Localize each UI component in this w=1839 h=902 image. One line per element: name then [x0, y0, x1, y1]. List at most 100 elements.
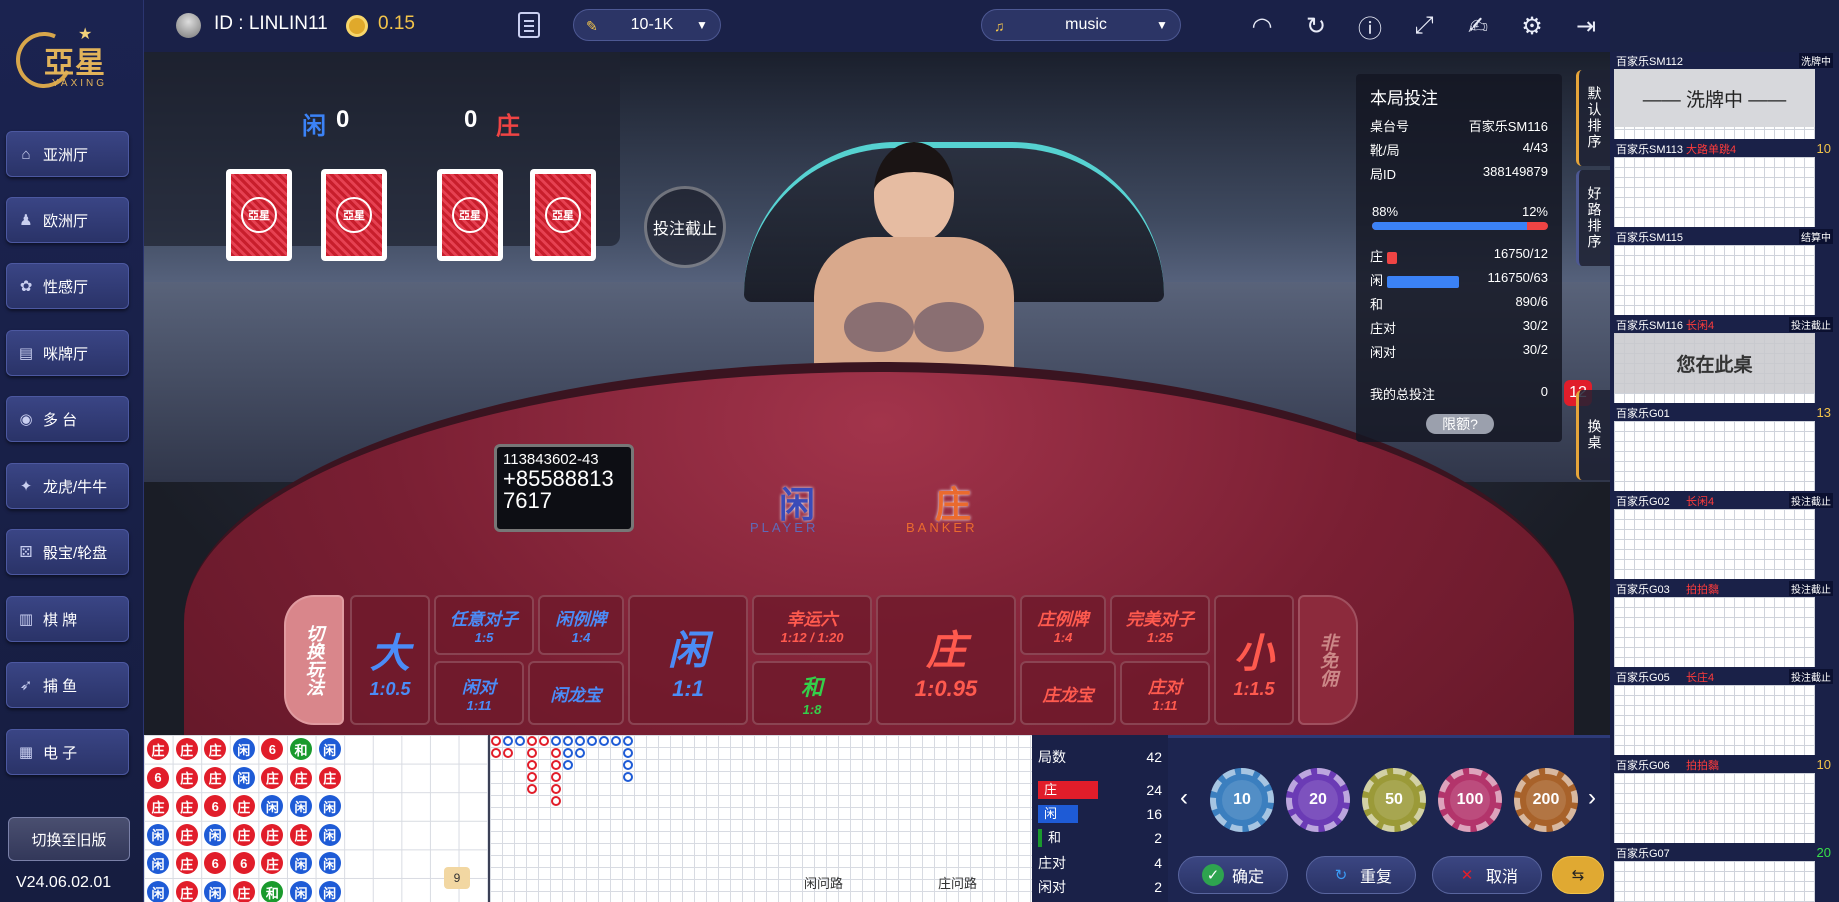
default-sort-tab[interactable]: 默认排序: [1576, 70, 1610, 166]
music-select[interactable]: ♫ music ▼: [981, 9, 1181, 41]
sidebar-item-fishing[interactable]: ➶ 捕 鱼: [6, 662, 129, 708]
sidebar-item-squeeze[interactable]: ▤ 咪牌厅: [6, 330, 129, 376]
player-ask-road-button[interactable]: 闲问路: [804, 873, 843, 892]
total-row-player: 闲 116750/63: [1370, 270, 1548, 288]
table-list-item[interactable]: 百家乐SM112 洗牌中 —— 洗牌中 ——: [1610, 52, 1839, 140]
table-list-item[interactable]: 百家乐G03 拍拍黐 投注截止: [1610, 580, 1839, 668]
switch-table-tab[interactable]: 换桌: [1576, 390, 1610, 480]
sidebar-item-sicbo[interactable]: ⚄ 骰宝/轮盘: [6, 529, 129, 575]
bet-player[interactable]: 闲 1:1: [628, 595, 748, 725]
bet-record-icon[interactable]: [518, 12, 540, 38]
no-commission-toggle[interactable]: 非免佣: [1298, 595, 1358, 725]
sidebar-item-sexy[interactable]: ✿ 性感厅: [6, 263, 129, 309]
sidebar-item-multi[interactable]: ◉ 多 台: [6, 396, 129, 442]
bet-banker-dragon[interactable]: 庄龙宝: [1020, 661, 1116, 725]
sidebar-item-europe[interactable]: ♟ 欧洲厅: [6, 197, 129, 243]
bet-banker[interactable]: 庄 1:0.95: [876, 595, 1016, 725]
bet-small[interactable]: 小 1:1.5: [1214, 595, 1294, 725]
banker-ask-road-button[interactable]: 庄问路: [938, 873, 977, 892]
sidebar-item-chess[interactable]: ▥ 棋 牌: [6, 596, 129, 642]
switch-old-version-button[interactable]: 切换至旧版: [8, 817, 130, 861]
road-status: 长闲4: [1686, 320, 1715, 332]
chevron-down-icon: ▼: [1156, 18, 1168, 32]
bet-banker-lucky[interactable]: 庄例牌 1:4: [1020, 595, 1106, 655]
card-logo: 亞星: [241, 197, 277, 233]
table-name: 百家乐G03: [1616, 584, 1670, 596]
gamepad-icon: ◉: [19, 411, 33, 428]
big-road-player-mark: [623, 772, 633, 782]
sidebar-item-asia[interactable]: ⌂ 亚洲厅: [6, 131, 129, 177]
repeat-button[interactable]: ↻ 重复: [1306, 856, 1416, 894]
banker-stat-value: 24: [1146, 782, 1162, 798]
table-list-item[interactable]: 百家乐G06 拍拍黐 10: [1610, 756, 1839, 844]
table-list-item[interactable]: 百家乐SM113 大路单跳4 10: [1610, 140, 1839, 228]
logout-icon[interactable]: ⇥: [1570, 10, 1602, 42]
chip-settings-button[interactable]: ⇆: [1552, 856, 1604, 894]
limit-info-button[interactable]: 限额?: [1426, 414, 1494, 434]
table-list-item[interactable]: 百家乐G01 13: [1610, 404, 1839, 492]
bet-areas: 切换玩法 大 1:0.5 任意对子 1:5 闲对 1:11 闲例牌 1:4 闲龙宝 闲1…: [284, 587, 1474, 727]
close-icon: ✕: [1460, 867, 1474, 884]
cancel-button[interactable]: ✕ 取消: [1432, 856, 1542, 894]
version-label: V24.06.02.01: [16, 874, 112, 891]
bet-player-dragon[interactable]: 闲龙宝: [528, 661, 624, 725]
big-road-banker-mark: [551, 784, 561, 794]
bead-player: 闲: [261, 795, 284, 818]
player-label: 闲: [302, 113, 326, 140]
fullscreen-icon[interactable]: ⤢: [1408, 10, 1440, 42]
sidebar-item-dragon-tiger[interactable]: ✦ 龙虎/牛牛: [6, 463, 129, 509]
bead-player: 闲: [232, 738, 255, 760]
chip-10[interactable]: 10: [1210, 768, 1274, 832]
switch-play-button[interactable]: 切换玩法: [284, 595, 344, 725]
chevron-left-icon[interactable]: ‹: [1180, 784, 1188, 812]
limit-select[interactable]: ✎ 10-1K ▼: [573, 9, 721, 41]
bet-perfect-pair[interactable]: 完美对子 1:25: [1110, 595, 1210, 655]
my-total-row: 我的总投注 0: [1370, 384, 1548, 402]
bet-closed-indicator: 投注截止: [644, 186, 726, 268]
good-road-sort-tab[interactable]: 好路排序: [1576, 170, 1610, 266]
refresh-icon[interactable]: ↻: [1300, 10, 1332, 42]
bet-lucky6[interactable]: 幸运六 1:12 / 1:20: [752, 595, 872, 655]
chip-20[interactable]: 20: [1286, 768, 1350, 832]
table-list-item[interactable]: 百家乐G02 长闲4 投注截止: [1610, 492, 1839, 580]
table-list: 百家乐SM112 洗牌中 —— 洗牌中 —— 百家乐SM113 大路单跳4 10 百家乐SM…: [1610, 52, 1839, 902]
wifi-icon[interactable]: ◠: [1246, 10, 1278, 42]
bead-player: 闲: [290, 795, 312, 818]
avatar[interactable]: [176, 13, 201, 38]
road-status: 拍拍黐: [1686, 584, 1719, 596]
logo-subtext: YAXING: [52, 78, 108, 89]
table-list-item[interactable]: 百家乐SM115 结算中: [1610, 228, 1839, 316]
total-row-tie: 和 890/6: [1370, 294, 1548, 312]
table-list-item[interactable]: 百家乐SM116 长闲4 投注截止 您在此桌: [1610, 316, 1839, 404]
top-icons: ◠ ↻ ⓘ ⤢ ✍ ⚙ ⇥: [1246, 10, 1602, 43]
chevron-right-icon[interactable]: ›: [1588, 784, 1596, 812]
player-score: 0: [336, 106, 350, 133]
bead-banker: 庄: [318, 766, 341, 789]
bet-player-lucky[interactable]: 闲例牌 1:4: [538, 595, 624, 655]
table-name: 百家乐G05: [1616, 672, 1670, 684]
bet-any-pair[interactable]: 任意对子 1:5: [434, 595, 534, 655]
edit-icon[interactable]: ✍: [1462, 10, 1494, 42]
table-name: 百家乐G01: [1616, 408, 1670, 420]
limit-value: 10-1K: [630, 16, 674, 33]
table-list-item[interactable]: 百家乐G07 20: [1610, 844, 1839, 902]
card: 亞星: [226, 169, 292, 261]
info-icon[interactable]: ⓘ: [1354, 10, 1386, 43]
limit-icon: ✎: [586, 18, 598, 34]
bet-player-pair[interactable]: 闲对 1:11: [434, 661, 524, 725]
chip-50[interactable]: 50: [1362, 768, 1426, 832]
bet-banker-pair[interactable]: 庄对 1:11: [1120, 661, 1210, 725]
gear-icon[interactable]: ⚙: [1516, 10, 1548, 42]
banker-label: 庄: [496, 113, 520, 140]
confirm-button[interactable]: ✓ 确定: [1178, 856, 1288, 894]
table-list-item[interactable]: 百家乐G05 长庄4 投注截止: [1610, 668, 1839, 756]
sidebar-item-slots[interactable]: ▦ 电 子: [6, 729, 129, 775]
table-state: 投注截止: [1789, 581, 1833, 596]
card: 亞星: [437, 169, 503, 261]
tie-stat-value: 2: [1154, 830, 1162, 846]
chip-100[interactable]: 100: [1438, 768, 1502, 832]
total-row-player-pair: 闲对 30/2: [1370, 342, 1548, 360]
chip-200[interactable]: 200: [1514, 768, 1578, 832]
bet-tie[interactable]: 和 1:8: [752, 661, 872, 725]
bet-big[interactable]: 大 1:0.5: [350, 595, 430, 725]
